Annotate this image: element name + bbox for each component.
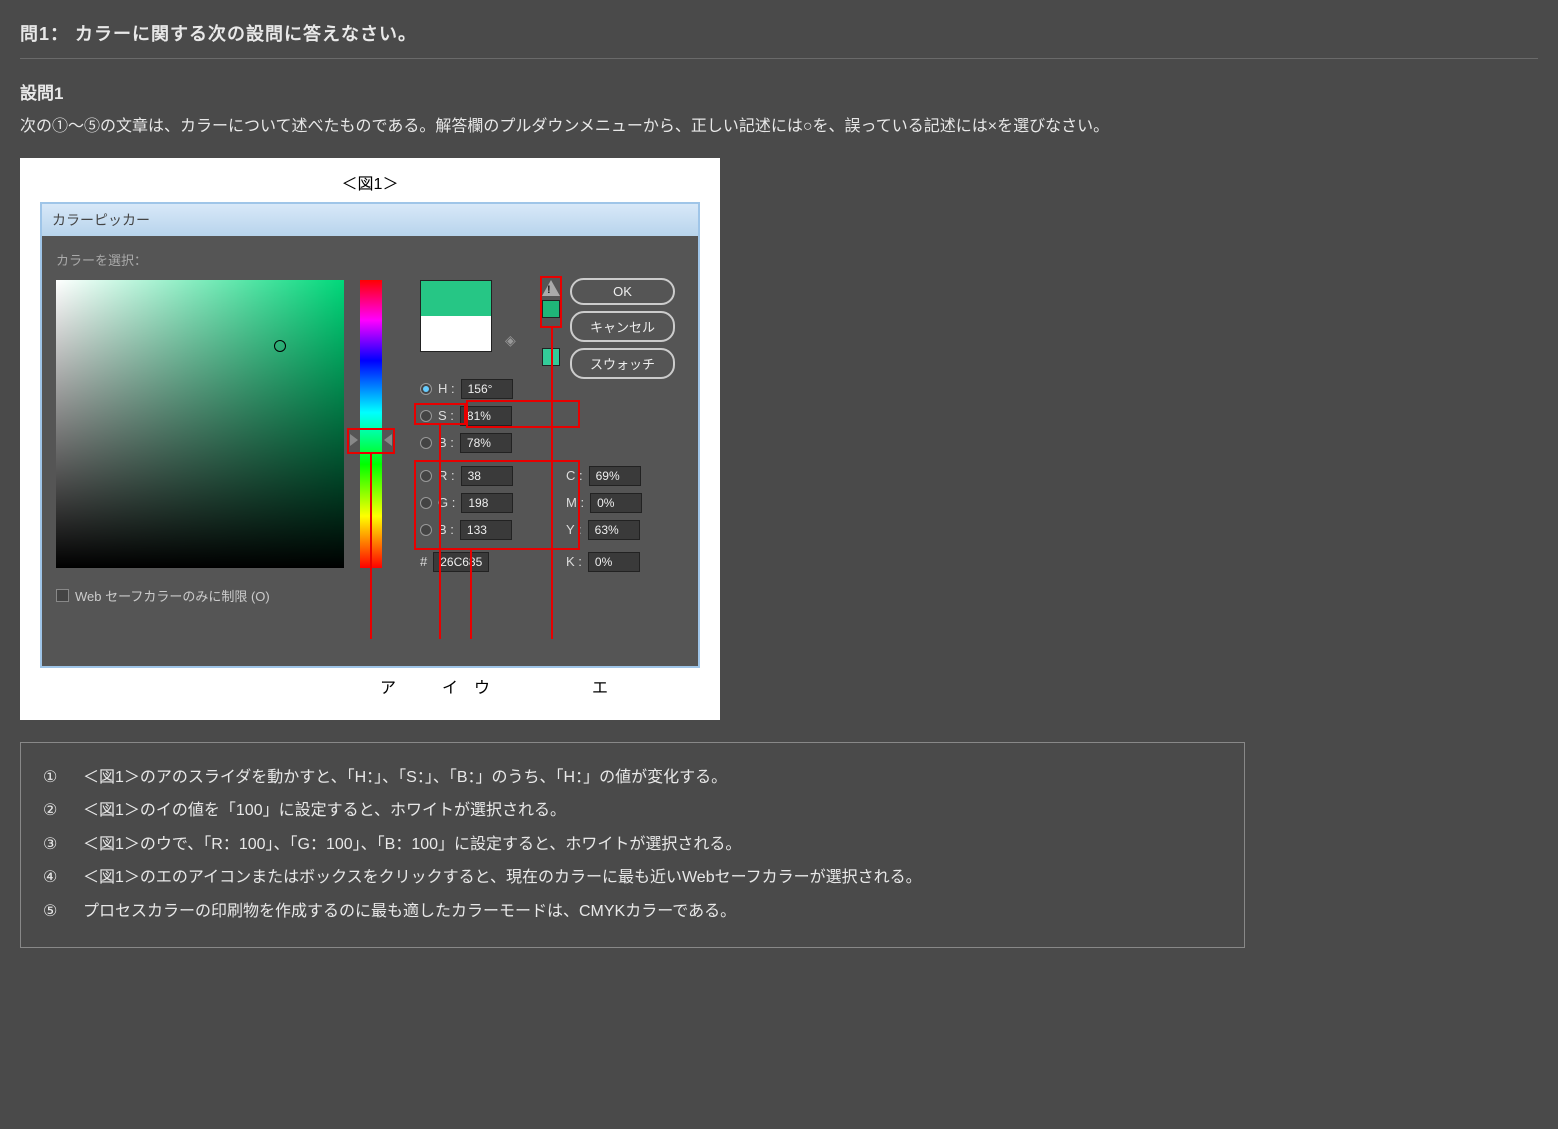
statement-5: ⑤ プロセスカラーの印刷物を作成するのに最も適したカラーモードは、CMYKカラー… bbox=[43, 895, 1222, 929]
current-color-swatch bbox=[421, 281, 491, 316]
statements-box: ① ＜図1＞のアのスライダを動かすと、「H：」、「S：」、「B：」のうち、「H：… bbox=[20, 742, 1245, 948]
web-safe-label: Web セーフカラーのみに制限 (O) bbox=[75, 586, 270, 605]
k-label: K : bbox=[566, 554, 582, 569]
color-picker-window: カラーピッカー カラーを選択： Web セーフカラーのみに制限 (O) ! bbox=[40, 202, 700, 668]
hue-row[interactable]: H : 156° bbox=[420, 379, 513, 399]
annotation-box-i bbox=[414, 403, 466, 425]
select-color-label: カラーを選択： bbox=[56, 250, 684, 269]
statement-2-text: ＜図1＞のイの値を「100」に設定すると、ホワイトが選択される。 bbox=[83, 794, 566, 828]
statement-3-num: ③ bbox=[43, 828, 67, 862]
statement-4: ④ ＜図1＞のエのアイコンまたはボックスをクリックすると、現在のカラーに最も近い… bbox=[43, 861, 1222, 895]
statement-2: ② ＜図1＞のイの値を「100」に設定すると、ホワイトが選択される。 bbox=[43, 794, 1222, 828]
current-previous-swatch bbox=[420, 280, 492, 352]
sub-question-title: 設問1 bbox=[20, 79, 1538, 104]
question-title: 問1： カラーに関する次の設問に答えなさい。 bbox=[20, 20, 1538, 59]
hex-row[interactable]: # 26C685 bbox=[420, 552, 489, 572]
statement-1-text: ＜図1＞のアのスライダを動かすと、「H：」、「S：」、「B：」のうち、「H：」の… bbox=[83, 761, 727, 795]
statement-3: ③ ＜図1＞のウで、「R：100」、「G：100」、「B：100」に設定すると、… bbox=[43, 828, 1222, 862]
statement-3-text: ＜図1＞のウで、「R：100」、「G：100」、「B：100」に設定すると、ホワ… bbox=[83, 828, 741, 862]
b-value[interactable]: 78% bbox=[460, 433, 512, 453]
y-value[interactable]: 63% bbox=[588, 520, 640, 540]
web-safe-cube-icon[interactable]: ◈ bbox=[505, 332, 516, 349]
annotation-box-e bbox=[540, 276, 562, 328]
annotation-labels: ア イ ウ エ bbox=[40, 674, 700, 698]
annotation-label-i: イ bbox=[442, 674, 458, 698]
figure-label: ＜図1＞ bbox=[32, 170, 708, 194]
instruction-text: 次の①～⑤の文章は、カラーについて述べたものである。解答欄のプルダウンメニューか… bbox=[20, 114, 1538, 140]
statement-1-num: ① bbox=[43, 761, 67, 795]
statement-5-num: ⑤ bbox=[43, 895, 67, 929]
hex-value[interactable]: 26C685 bbox=[433, 552, 489, 572]
h-label: H : bbox=[438, 381, 455, 396]
window-title: カラーピッカー bbox=[42, 204, 698, 236]
annotation-label-a: ア bbox=[380, 674, 396, 698]
dialog-buttons: OK キャンセル スウォッチ bbox=[570, 278, 675, 379]
hex-label: # bbox=[420, 554, 427, 569]
statement-2-num: ② bbox=[43, 794, 67, 828]
statement-4-num: ④ bbox=[43, 861, 67, 895]
statement-4-text: ＜図1＞のエのアイコンまたはボックスをクリックすると、現在のカラーに最も近いWe… bbox=[83, 861, 922, 895]
color-field[interactable] bbox=[56, 280, 344, 568]
cancel-button[interactable]: キャンセル bbox=[570, 311, 675, 342]
annotation-label-u: ウ bbox=[474, 674, 490, 698]
picker-body: カラーを選択： Web セーフカラーのみに制限 (O) ! ◈ bbox=[42, 236, 698, 666]
annotation-line-u bbox=[470, 550, 472, 639]
color-field-cursor[interactable] bbox=[274, 340, 286, 352]
h-value[interactable]: 156° bbox=[461, 379, 513, 399]
m-value[interactable]: 0% bbox=[590, 493, 642, 513]
black-row: K : 0% bbox=[566, 552, 640, 572]
statement-5-text: プロセスカラーの印刷物を作成するのに最も適したカラーモードは、CMYKカラーであ… bbox=[83, 895, 736, 929]
brightness-row[interactable]: B : 78% bbox=[420, 433, 512, 453]
ok-button[interactable]: OK bbox=[570, 278, 675, 305]
checkbox-icon[interactable] bbox=[56, 589, 69, 602]
annotation-line-e bbox=[551, 328, 553, 639]
c-value[interactable]: 69% bbox=[589, 466, 641, 486]
swatch-button[interactable]: スウォッチ bbox=[570, 348, 675, 379]
radio-h[interactable] bbox=[420, 383, 432, 395]
annotation-box-a bbox=[347, 428, 395, 454]
annotation-line-i bbox=[439, 425, 441, 639]
figure-1: ＜図1＞ カラーピッカー カラーを選択： Web セーフカラーのみに制限 (O) bbox=[20, 158, 720, 720]
previous-color-swatch bbox=[421, 316, 491, 351]
annotation-label-e: エ bbox=[592, 674, 608, 698]
k-value[interactable]: 0% bbox=[588, 552, 640, 572]
statement-1: ① ＜図1＞のアのスライダを動かすと、「H：」、「S：」、「B：」のうち、「H：… bbox=[43, 761, 1222, 795]
web-safe-checkbox[interactable]: Web セーフカラーのみに制限 (O) bbox=[56, 586, 270, 605]
radio-b[interactable] bbox=[420, 437, 432, 449]
annotation-box-i-value bbox=[466, 400, 580, 428]
annotation-line-a bbox=[370, 454, 372, 639]
